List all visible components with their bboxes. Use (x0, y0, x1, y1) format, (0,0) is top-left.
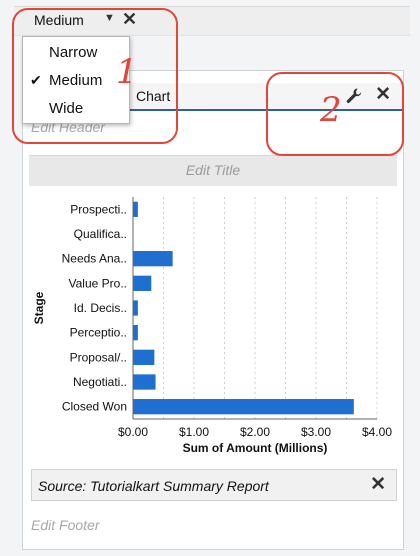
bar (133, 201, 138, 217)
close-icon[interactable]: ✕ (370, 475, 386, 494)
bar (133, 349, 155, 365)
y-axis-title: Stage (32, 291, 46, 324)
bar (133, 251, 173, 267)
edit-title-field[interactable]: Edit Title (29, 162, 397, 178)
bar (133, 325, 138, 341)
annotation-outline-1 (12, 8, 178, 144)
category-label: Prospecti.. (70, 202, 127, 216)
annotation-number-2: 2 (320, 90, 342, 130)
category-label: Qualifica.. (74, 227, 127, 241)
category-label: Perceptio.. (70, 326, 127, 340)
source-bar[interactable]: Source: Tutorialkart Summary Report ✕ (31, 469, 397, 501)
edit-footer-field[interactable]: Edit Footer (31, 517, 99, 533)
title-bar[interactable]: Edit Title (29, 155, 397, 186)
bar (133, 275, 152, 291)
x-tick-label: $2.00 (240, 425, 270, 439)
category-label: Proposal/.. (70, 350, 127, 364)
category-label: Closed Won (62, 400, 127, 414)
category-label: Id. Decis.. (74, 301, 127, 315)
annotation-number-1: 1 (116, 52, 138, 92)
x-tick-label: $1.00 (179, 425, 209, 439)
bar (133, 300, 138, 316)
x-tick-label: $3.00 (301, 425, 331, 439)
x-tick-label: $4.00 (362, 425, 392, 439)
category-label: Value Pro.. (69, 276, 127, 290)
x-axis-title: Sum of Amount (Millions) (183, 441, 328, 455)
category-label: Needs Ana.. (62, 252, 127, 266)
bar-chart: Prospecti.. Qualifica.. Needs Ana.. Value P… (32, 197, 392, 455)
bar (133, 374, 156, 390)
category-label: Negotiati.. (73, 375, 127, 389)
bar (133, 399, 354, 415)
x-tick-label: $0.00 (118, 425, 148, 439)
source-label: Source: Tutorialkart Summary Report (38, 478, 269, 494)
